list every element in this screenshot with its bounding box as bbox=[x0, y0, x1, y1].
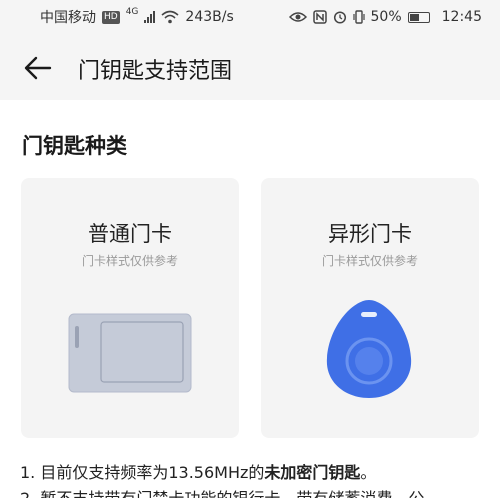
status-bar-left: 中国移动 HD 4G 243B/s bbox=[40, 7, 234, 27]
carrier-name: 中国移动 bbox=[40, 10, 96, 26]
note-bold-text: 未加密门钥匙 bbox=[264, 463, 361, 482]
notes: 1. 目前仅支持频率为13.56MHz的未加密门钥匙。 2. 暂不支持带有门禁卡… bbox=[20, 460, 424, 498]
note-text: 1. 目前仅支持频率为13.56MHz的 bbox=[20, 463, 265, 482]
battery-percent: 50% bbox=[370, 9, 402, 25]
status-bar-right: 50% 12:45 bbox=[288, 9, 482, 25]
main-content: 门钥匙种类 普通门卡 门卡样式仅供参考 异形门卡 门卡样式仅供参考 1. 目前仅… bbox=[0, 100, 500, 498]
note-text: 。 bbox=[360, 463, 377, 482]
status-bar: 中国移动 HD 4G 243B/s 50% 12:45 bbox=[0, 0, 500, 34]
key-fob-illustration bbox=[326, 300, 412, 398]
network-speed: 243B/s bbox=[185, 9, 234, 25]
clock: 12:45 bbox=[441, 9, 482, 25]
back-arrow-icon bbox=[24, 56, 52, 80]
eye-icon bbox=[288, 12, 307, 22]
vibrate-icon bbox=[352, 10, 365, 24]
card-normal-key: 普通门卡 门卡样式仅供参考 bbox=[21, 178, 239, 438]
access-card-illustration bbox=[68, 313, 192, 393]
nfc-icon bbox=[312, 10, 327, 24]
note-line-2: 2. 暂不支持带有门禁卡功能的银行卡、带有储蓄消费、公 bbox=[20, 486, 424, 498]
page-title: 门钥匙支持范围 bbox=[78, 59, 233, 84]
note-line-1: 1. 目前仅支持频率为13.56MHz的未加密门钥匙。 bbox=[20, 460, 424, 486]
signal-icon bbox=[144, 11, 156, 23]
back-button[interactable] bbox=[22, 52, 54, 84]
section-title: 门钥匙种类 bbox=[22, 134, 127, 158]
network-type: 4G bbox=[125, 7, 139, 17]
alarm-icon bbox=[333, 11, 346, 24]
hd-badge: HD bbox=[102, 10, 120, 24]
title-bar: 门钥匙支持范围 bbox=[0, 34, 500, 100]
wifi-icon bbox=[161, 10, 179, 24]
card-special-key: 异形门卡 门卡样式仅供参考 bbox=[261, 178, 479, 438]
battery-icon bbox=[407, 11, 430, 23]
